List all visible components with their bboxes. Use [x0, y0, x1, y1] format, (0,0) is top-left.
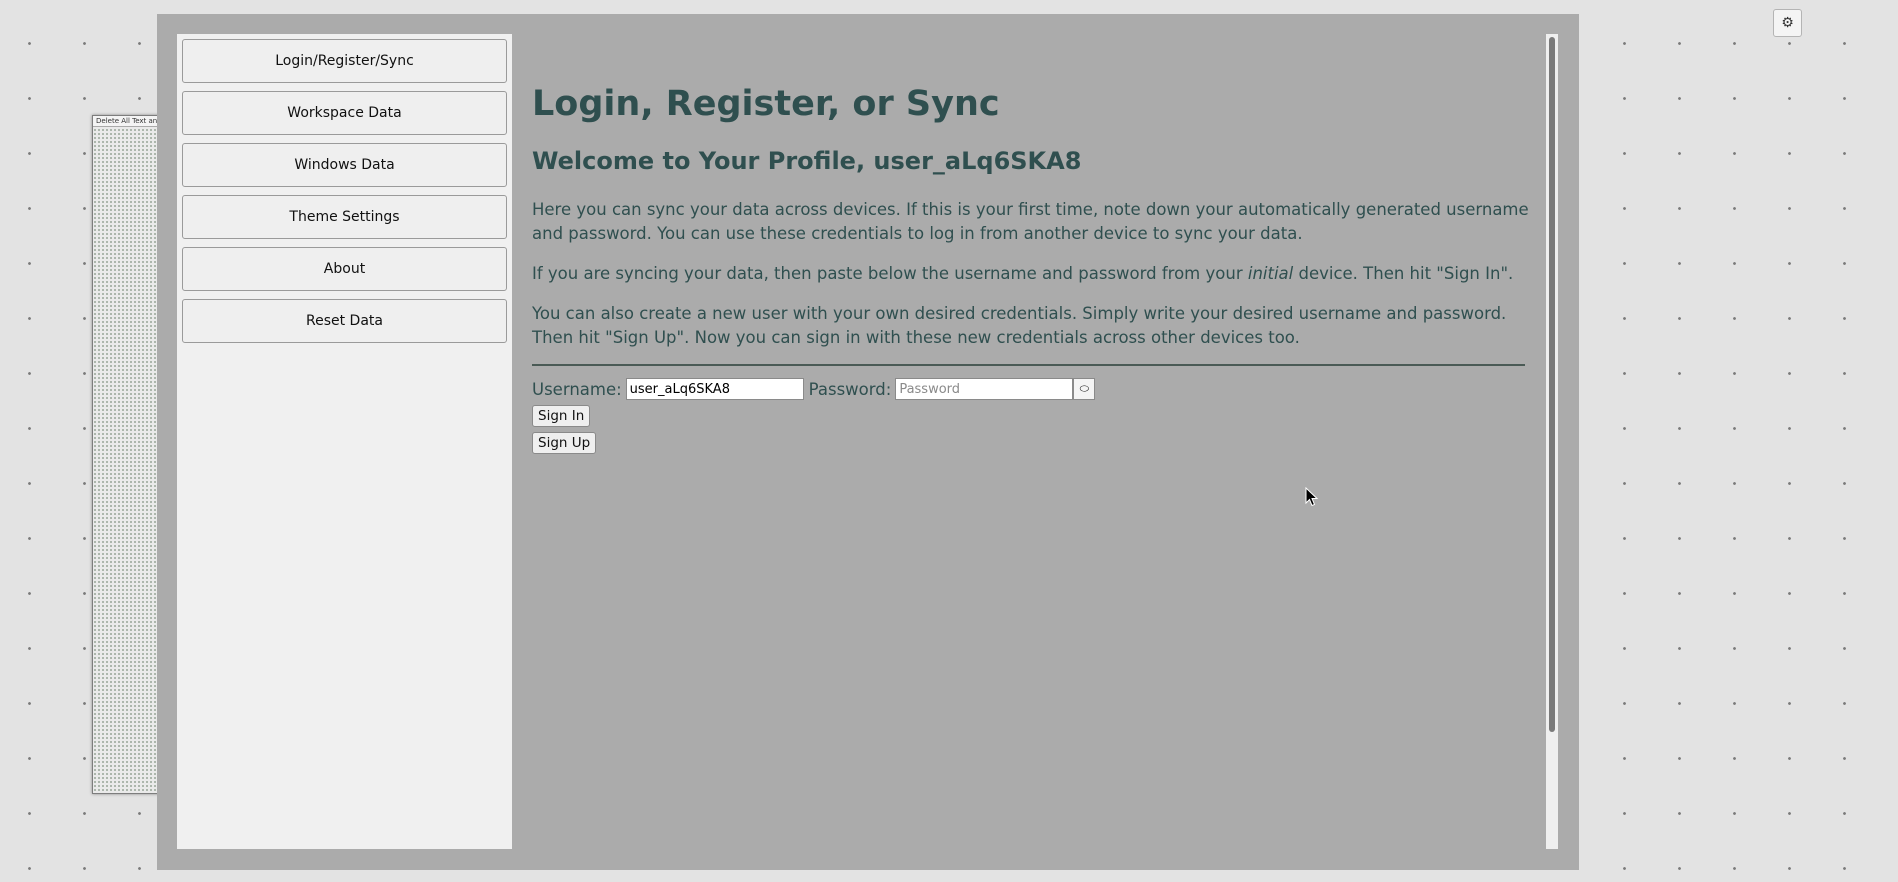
page-title: Login, Register, or Sync	[532, 84, 1000, 124]
password-input[interactable]	[895, 378, 1074, 400]
background-window[interactable]: Delete All Text and	[92, 115, 164, 794]
signup-paragraph: You can also create a new user with your…	[532, 304, 1507, 347]
sidebar: Login/Register/Sync Workspace Data Windo…	[177, 34, 512, 849]
sign-up-button[interactable]: Sign Up	[532, 432, 597, 454]
mouse-cursor-icon	[1305, 487, 1319, 507]
credentials-row: Username: Password: ⬭	[532, 377, 1532, 401]
content-scrollbar[interactable]	[1546, 34, 1558, 849]
sync-paragraph-emphasis: initial	[1247, 264, 1294, 283]
username-label: Username:	[532, 379, 622, 399]
gear-icon: ⚙	[1781, 15, 1794, 31]
password-label: Password:	[808, 379, 892, 399]
sync-paragraph-start: If you are syncing your data, then paste…	[532, 264, 1248, 283]
content-panel: Login, Register, or Sync Welcome to Your…	[532, 34, 1532, 849]
eye-icon: ⬭	[1079, 382, 1090, 395]
toggle-password-visibility-button[interactable]: ⬭	[1073, 378, 1096, 400]
welcome-heading: Welcome to Your Profile, user_aLq6SKA8	[532, 147, 1082, 175]
divider	[532, 364, 1525, 366]
sidebar-item-about[interactable]: About	[182, 247, 507, 291]
sidebar-item-workspace-data[interactable]: Workspace Data	[182, 91, 507, 135]
username-input[interactable]	[625, 378, 804, 400]
sidebar-item-login-register-sync[interactable]: Login/Register/Sync	[182, 39, 507, 83]
settings-button[interactable]: ⚙	[1773, 9, 1802, 37]
sync-paragraph: If you are syncing your data, then paste…	[532, 262, 1532, 286]
intro-paragraph: Here you can sync your data across devic…	[532, 200, 1529, 243]
sidebar-item-theme-settings[interactable]: Theme Settings	[182, 195, 507, 239]
sidebar-item-windows-data[interactable]: Windows Data	[182, 143, 507, 187]
scrollbar-thumb[interactable]	[1549, 37, 1555, 732]
sign-in-button[interactable]: Sign In	[532, 405, 591, 427]
background-window-title: Delete All Text and	[93, 116, 163, 127]
settings-modal: Login/Register/Sync Workspace Data Windo…	[157, 14, 1579, 870]
sync-paragraph-end: device. Then hit "Sign In".	[1293, 264, 1514, 283]
sidebar-item-reset-data[interactable]: Reset Data	[182, 299, 507, 343]
